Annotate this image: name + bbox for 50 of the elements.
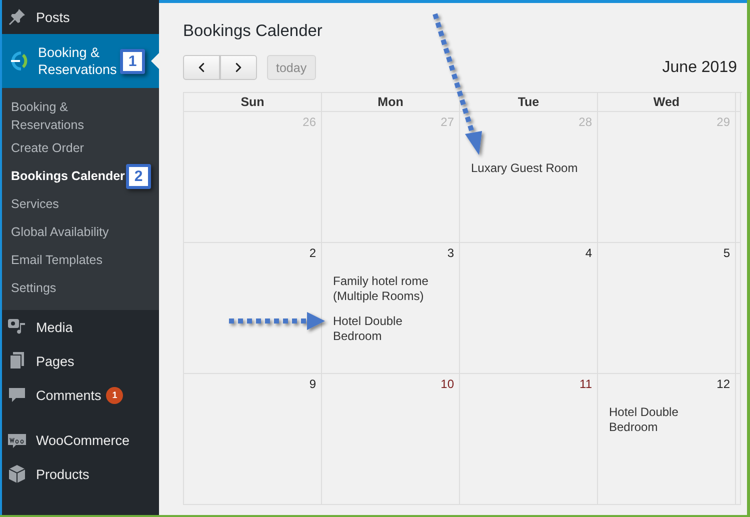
- submenu-item[interactable]: Bookings Calender: [11, 167, 125, 185]
- submenu-item[interactable]: Global Availability: [11, 223, 109, 241]
- day-cell[interactable]: 11: [460, 374, 598, 505]
- submenu-item[interactable]: Booking & Reservations: [11, 98, 91, 134]
- day-number: 10: [440, 376, 455, 391]
- day-number: 9: [309, 376, 317, 391]
- sidebar-menu-item[interactable]: Posts: [2, 0, 159, 34]
- submenu-item[interactable]: Services: [11, 195, 59, 213]
- day-number: 3: [447, 245, 455, 260]
- weekday-header: Sun: [184, 93, 322, 112]
- booking-event[interactable]: Family hotel rome (Multiple Rooms): [333, 274, 445, 304]
- day-number: 29: [716, 114, 731, 129]
- day-number: 27: [440, 114, 455, 129]
- submenu-item[interactable]: Create Order: [11, 139, 84, 157]
- booking-event[interactable]: Hotel Double Bedroom: [333, 314, 445, 344]
- day-number: 2: [309, 245, 317, 260]
- pushpin-icon: [7, 7, 27, 27]
- day-cell[interactable]: 10: [322, 374, 460, 505]
- sidebar-menu-item[interactable]: Pages: [2, 344, 159, 378]
- day-cell[interactable]: 9: [184, 374, 322, 505]
- day-cell[interactable]: 3 Family hotel rome (Multiple Rooms) Hotel Double Bedroom: [322, 243, 460, 374]
- day-cell[interactable]: 12 Hotel Double Bedroom: [598, 374, 736, 505]
- weekday-header: Mon: [322, 93, 460, 112]
- step-number-callout: 2: [126, 164, 151, 189]
- sidebar-menu-item[interactable]: Media: [2, 310, 159, 344]
- previous-button[interactable]: [183, 55, 220, 80]
- day-cell[interactable]: 4: [460, 243, 598, 374]
- day-number: 11: [580, 376, 593, 391]
- weekday-header: Tue: [460, 93, 598, 112]
- day-number: 5: [723, 245, 731, 260]
- next-button[interactable]: [220, 55, 257, 80]
- day-cell[interactable]: 5: [598, 243, 736, 374]
- month-title: June 2019: [662, 58, 737, 76]
- submenu-item[interactable]: Email Templates: [11, 251, 102, 269]
- submenu-item[interactable]: Settings: [11, 279, 56, 297]
- booking-event[interactable]: Hotel Double Bedroom: [609, 405, 721, 435]
- day-number: 4: [585, 245, 593, 260]
- box-icon: [7, 464, 27, 484]
- notification-badge: 1: [106, 386, 124, 404]
- sidebar-menu-item[interactable]: Products: [2, 457, 159, 491]
- sidebar-menu-item[interactable]: WooCommerce: [2, 423, 159, 457]
- booking-event[interactable]: Luxary Guest Room: [471, 161, 583, 176]
- day-number: 12: [716, 376, 731, 391]
- page-title: Bookings Calender: [183, 22, 322, 41]
- weekday-header: Wed: [598, 93, 736, 112]
- day-number: 26: [302, 114, 317, 129]
- step-number-callout: 1: [120, 49, 145, 74]
- speech-bubble-icon: [7, 385, 27, 405]
- day-number: 28: [578, 114, 593, 129]
- sidebar-menu-item[interactable]: Comments 1: [2, 378, 159, 412]
